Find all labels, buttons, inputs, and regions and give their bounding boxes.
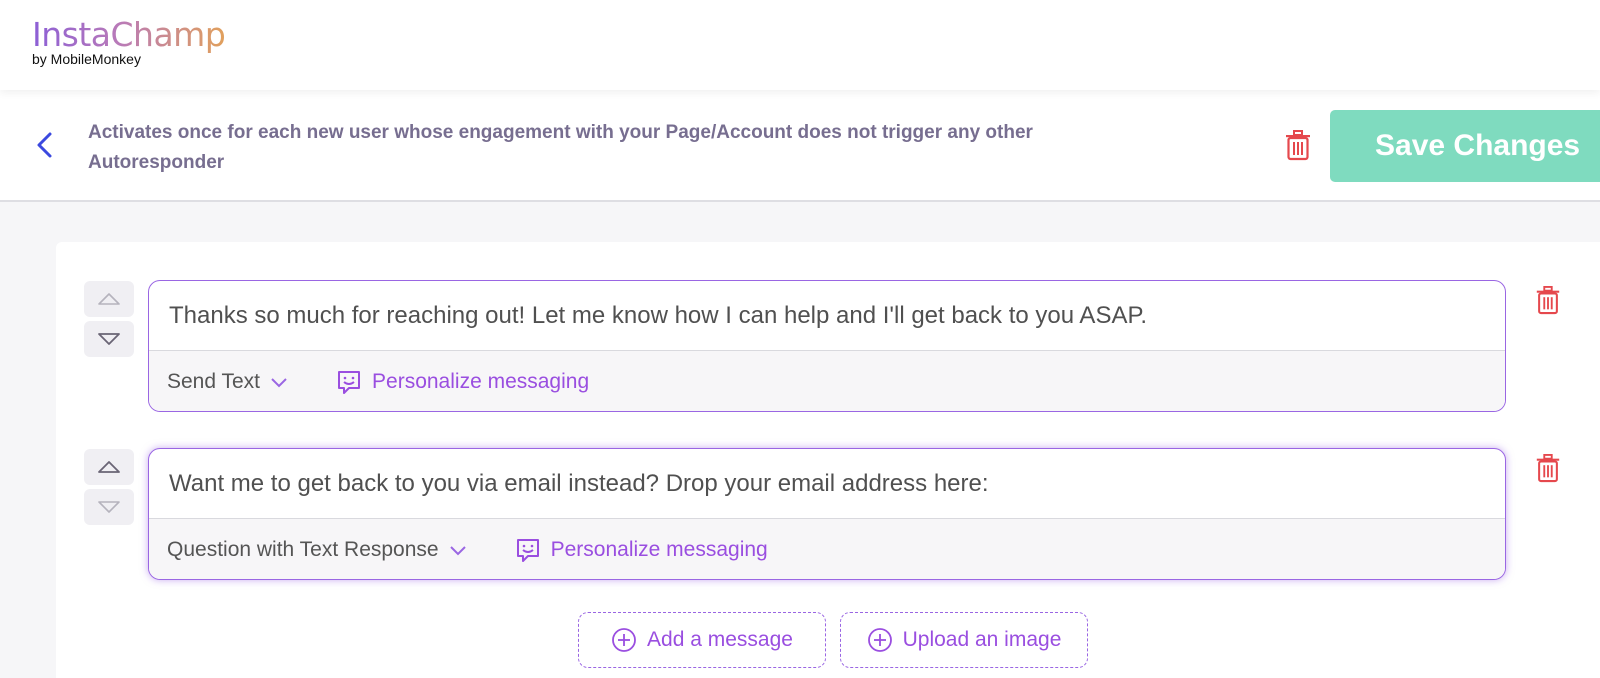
top-bar: InstaChamp by MobileMonkey	[0, 0, 1600, 90]
triangle-up-icon	[98, 461, 120, 473]
chevron-down-icon	[449, 546, 466, 556]
message-type-dropdown[interactable]: Send Text	[167, 370, 288, 394]
personalize-messaging-button[interactable]: Personalize messaging	[336, 369, 589, 395]
message-order-controls	[84, 281, 134, 361]
message-order-controls	[84, 449, 134, 529]
message-card: Thanks so much for reaching out! Let me …	[148, 280, 1506, 412]
trash-icon	[1536, 286, 1560, 315]
delete-autoresponder-button[interactable]	[1283, 129, 1315, 161]
plus-circle-icon	[867, 628, 892, 652]
message-type-label: Send Text	[167, 370, 261, 393]
logo[interactable]: InstaChamp by MobileMonkey	[32, 15, 226, 68]
autoresponder-description: Activates once for each new user whose e…	[88, 122, 1033, 173]
move-up-button[interactable]	[84, 449, 134, 485]
trash-icon	[1536, 454, 1560, 483]
message-card-footer: Send Text Personalize messaging	[149, 351, 1505, 411]
triangle-down-icon	[98, 333, 120, 345]
personalize-icon	[516, 539, 539, 562]
triangle-down-icon	[98, 501, 120, 513]
upload-image-label: Upload an image	[902, 628, 1062, 651]
triangle-up-icon	[98, 293, 120, 305]
chevron-left-icon	[37, 132, 52, 158]
upload-image-button[interactable]: Upload an image	[840, 612, 1088, 668]
delete-message-button[interactable]	[1534, 452, 1564, 486]
autoresponder-header: Activates once for each new user whose e…	[0, 90, 1600, 202]
add-message-label: Add a message	[647, 628, 793, 651]
logo-wordmark: InstaChamp	[32, 15, 226, 54]
move-down-button[interactable]	[84, 321, 134, 357]
message-text-input[interactable]: Thanks so much for reaching out! Let me …	[149, 281, 1505, 351]
move-up-button[interactable]	[84, 281, 134, 317]
personalize-label: Personalize messaging	[372, 370, 590, 393]
delete-message-button[interactable]	[1534, 284, 1564, 318]
move-down-button[interactable]	[84, 489, 134, 525]
add-message-button[interactable]: Add a message	[578, 612, 826, 668]
save-changes-button[interactable]: Save Changes	[1330, 110, 1600, 182]
trash-icon	[1286, 130, 1310, 161]
chevron-down-icon	[271, 378, 287, 388]
back-button[interactable]	[30, 130, 60, 160]
message-type-label: Question with Text Response	[167, 538, 439, 561]
message-text-input[interactable]: Want me to get back to you via email ins…	[149, 449, 1505, 519]
message-card: Want me to get back to you via email ins…	[148, 448, 1506, 580]
plus-circle-icon	[612, 628, 636, 652]
personalize-label: Personalize messaging	[550, 538, 768, 561]
personalize-messaging-button[interactable]: Personalize messaging	[515, 537, 768, 563]
personalize-icon	[338, 371, 361, 394]
message-type-dropdown[interactable]: Question with Text Response	[167, 538, 467, 562]
message-card-footer: Question with Text Response Personalize …	[149, 519, 1505, 579]
